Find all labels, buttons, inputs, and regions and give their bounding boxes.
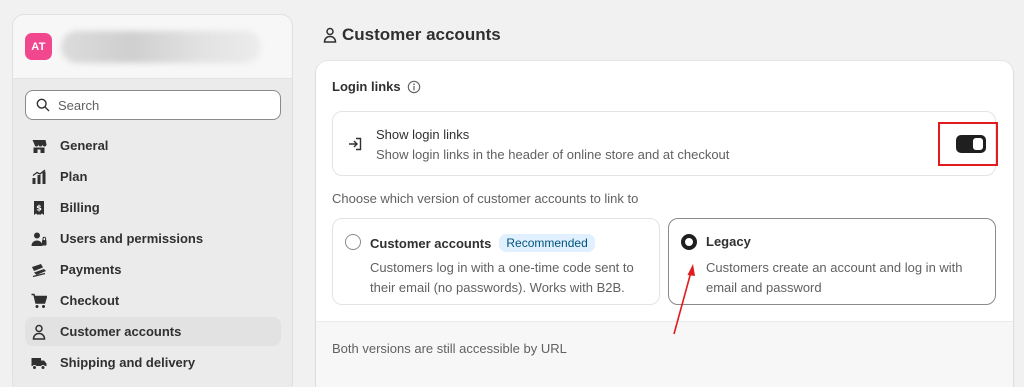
card-heading-text: Login links xyxy=(332,79,401,94)
sidebar-item-general[interactable]: General xyxy=(25,131,281,160)
sidebar-item-label: Customer accounts xyxy=(60,324,182,339)
sidebar-item-checkout[interactable]: Checkout xyxy=(25,286,281,315)
enter-icon xyxy=(349,137,362,151)
sidebar-item-label: Users and permissions xyxy=(60,231,204,246)
option-title-text: Legacy xyxy=(706,234,751,249)
info-icon[interactable] xyxy=(407,80,421,94)
store-header[interactable]: AT xyxy=(13,15,292,79)
show-login-links-title: Show login links xyxy=(376,127,470,142)
sidebar-item-label: Payments xyxy=(60,262,122,277)
show-login-links-description: Show login links in the header of online… xyxy=(376,147,730,162)
version-prompt: Choose which version of customer account… xyxy=(332,191,639,206)
page-title: Customer accounts xyxy=(322,25,501,45)
footer-note: Both versions are still accessible by UR… xyxy=(332,341,567,356)
truck-icon xyxy=(31,355,47,371)
search-box[interactable] xyxy=(25,90,281,120)
sidebar-item-plan[interactable]: Plan xyxy=(25,162,281,191)
card-heading: Login links xyxy=(332,79,421,94)
card-footer: Both versions are still accessible by UR… xyxy=(316,321,1013,387)
person-icon xyxy=(31,324,47,340)
cart-icon xyxy=(31,293,47,309)
payments-icon xyxy=(31,262,47,278)
svg-text:$: $ xyxy=(36,203,42,212)
radio-customer-accounts[interactable] xyxy=(345,234,361,250)
store-icon xyxy=(31,138,47,154)
toggle-knob xyxy=(973,138,983,150)
store-name-redacted xyxy=(61,30,261,63)
toggle-highlight-box xyxy=(938,122,998,166)
settings-nav: General Plan $ Billing Users and permiss… xyxy=(25,131,281,379)
sidebar-item-billing[interactable]: $ Billing xyxy=(25,193,281,222)
sidebar-item-shipping[interactable]: Shipping and delivery xyxy=(25,348,281,377)
sidebar-item-label: General xyxy=(60,138,109,153)
option-legacy[interactable]: Legacy Customers create an account and l… xyxy=(668,218,996,305)
sidebar-item-users[interactable]: Users and permissions xyxy=(25,224,281,253)
sidebar-item-label: Checkout xyxy=(60,293,120,308)
option-title: Customer accounts Recommended xyxy=(370,234,595,252)
sidebar-item-customer-accounts[interactable]: Customer accounts xyxy=(25,317,281,346)
option-title: Legacy xyxy=(706,234,751,249)
plan-icon xyxy=(31,168,47,185)
users-icon xyxy=(31,231,47,247)
radio-legacy[interactable] xyxy=(681,234,697,250)
option-description: Customers log in with a one-time code se… xyxy=(370,260,634,295)
search-icon xyxy=(36,98,50,112)
show-login-links-setting: Show login links Show login links in the… xyxy=(332,111,998,176)
sidebar-item-label: Plan xyxy=(60,169,88,184)
page-title-text: Customer accounts xyxy=(342,25,501,44)
search-input[interactable] xyxy=(58,97,258,113)
store-avatar: AT xyxy=(25,33,52,60)
option-title-text: Customer accounts xyxy=(370,235,492,251)
show-login-links-toggle[interactable] xyxy=(956,135,986,153)
person-icon xyxy=(323,27,337,43)
option-description: Customers create an account and log in w… xyxy=(706,260,963,295)
sidebar-item-label: Billing xyxy=(60,200,100,215)
login-links-card: Login links Show login links Show login … xyxy=(316,61,1013,387)
option-customer-accounts[interactable]: Customer accounts Recommended Customers … xyxy=(332,218,660,305)
recommended-badge: Recommended xyxy=(499,234,595,252)
sidebar-item-label: Shipping and delivery xyxy=(60,355,196,370)
settings-sidebar: AT General Plan $ Billing xyxy=(12,14,293,387)
sidebar-item-payments[interactable]: Payments xyxy=(25,255,281,284)
billing-icon: $ xyxy=(31,200,47,216)
